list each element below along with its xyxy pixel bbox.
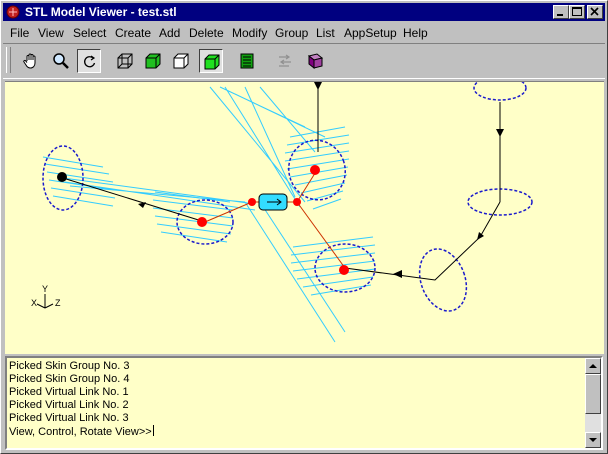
zoom-button[interactable] — [49, 49, 73, 73]
wireframe-cube-icon — [117, 53, 133, 69]
arrows-icon — [279, 54, 291, 67]
hidden-line-view-button[interactable] — [169, 49, 193, 73]
menu-appsetup[interactable]: AppSetup — [344, 26, 397, 40]
menu-modify[interactable]: Modify — [232, 26, 267, 40]
wireframe-view-button[interactable] — [113, 49, 137, 73]
console-prompt: View, Control, Rotate View>> — [9, 426, 152, 438]
menu-bar: File View Select Create Add Delete Modif… — [3, 23, 605, 42]
root-node — [57, 172, 67, 182]
close-button[interactable] — [587, 5, 603, 19]
rotate-icon — [84, 55, 96, 68]
minimize-button[interactable] — [553, 5, 569, 19]
shaded-view-button[interactable] — [141, 49, 165, 73]
scroll-thumb[interactable] — [585, 374, 601, 414]
console-line: Picked Virtual Link No. 2 — [9, 399, 129, 411]
axis-x-label: X — [31, 298, 37, 308]
text-caret — [152, 425, 154, 436]
axis-z-label: Z — [55, 298, 61, 308]
menu-add[interactable]: Add — [159, 26, 180, 40]
maximize-icon — [572, 7, 582, 16]
model-view[interactable]: X Y Z — [5, 82, 604, 354]
minimize-icon — [557, 14, 563, 16]
window-title: STL Model Viewer - test.stl — [25, 5, 177, 19]
solid-green-cube-icon — [204, 54, 220, 70]
connectors — [204, 169, 346, 269]
stl-app-icon[interactable] — [6, 5, 20, 19]
menu-view[interactable]: View — [38, 26, 64, 40]
outline-cube-icon — [173, 53, 189, 69]
arrows-button[interactable] — [273, 49, 297, 73]
book-icon — [307, 53, 324, 70]
console-line: Picked Skin Group No. 4 — [9, 373, 130, 385]
console-output: Picked Skin Group No. 3 Picked Skin Grou… — [9, 360, 581, 438]
console-scrollbar[interactable] — [585, 358, 601, 448]
console-line: Picked Virtual Link No. 3 — [9, 412, 129, 424]
toolbar — [3, 43, 605, 79]
list-panel-button[interactable] — [235, 49, 259, 73]
axis-triad: X Y Z — [31, 284, 61, 309]
scroll-up-button[interactable] — [585, 358, 601, 374]
axis-y-label: Y — [42, 284, 48, 294]
console-line: Picked Virtual Link No. 1 — [9, 386, 129, 398]
menu-select[interactable]: Select — [73, 26, 106, 40]
list-panel-icon — [240, 53, 254, 69]
arrow-up-icon — [589, 364, 597, 368]
scroll-down-button[interactable] — [585, 432, 601, 448]
pan-button[interactable] — [19, 49, 43, 73]
command-console[interactable]: Picked Skin Group No. 3 Picked Skin Grou… — [5, 356, 603, 450]
rotate-button[interactable] — [77, 49, 101, 73]
title-bar[interactable]: STL Model Viewer - test.stl — [3, 3, 605, 21]
menu-file[interactable]: File — [10, 26, 29, 40]
menu-list[interactable]: List — [316, 26, 335, 40]
maximize-button[interactable] — [569, 5, 585, 19]
console-line: Picked Skin Group No. 3 — [9, 360, 130, 372]
toolbar-grip[interactable] — [6, 47, 11, 73]
menu-delete[interactable]: Delete — [189, 26, 224, 40]
solid-view-button[interactable] — [199, 49, 223, 73]
console-prompt-line[interactable]: View, Control, Rotate View>> — [9, 425, 581, 438]
arrow-down-icon — [589, 438, 597, 442]
magnifier-zoom-icon — [53, 53, 69, 69]
skin-mesh — [42, 86, 376, 343]
menu-help[interactable]: Help — [403, 26, 428, 40]
hand-pan-icon — [23, 53, 36, 69]
3d-viewport[interactable]: X Y Z — [5, 81, 604, 354]
menu-create[interactable]: Create — [115, 26, 151, 40]
main-window: STL Model Viewer - test.stl File View Se… — [0, 0, 608, 454]
green-cube-icon — [145, 53, 161, 69]
close-icon — [590, 7, 599, 16]
selected-part[interactable] — [258, 193, 288, 211]
help-book-button[interactable] — [303, 49, 327, 73]
menu-group[interactable]: Group — [275, 26, 308, 40]
